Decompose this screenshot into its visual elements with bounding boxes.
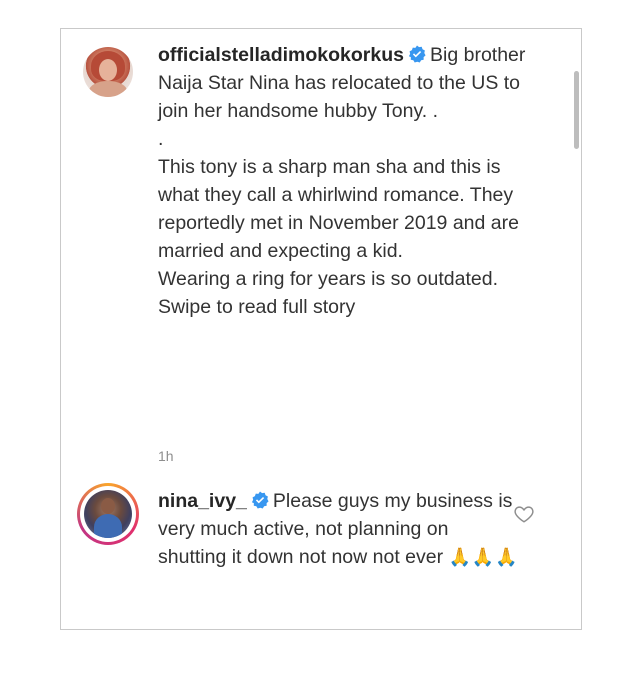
caption-author-avatar[interactable]: [83, 47, 133, 97]
caption-line-5: Swipe to read full story: [158, 296, 356, 318]
caption-line-2: .: [158, 128, 164, 150]
caption-line-3: This tony is a sharp man sha and this is…: [158, 156, 519, 262]
caption-author-username[interactable]: officialstelladimokokorkus: [158, 44, 404, 66]
comments-panel: officialstelladimokokorkus Big brother Na…: [60, 28, 582, 630]
caption-text: officialstelladimokokorkus Big brother Na…: [158, 41, 545, 321]
caption-timestamp[interactable]: 1h: [158, 448, 174, 464]
heart-outline-icon[interactable]: [513, 503, 535, 525]
scrollbar[interactable]: [571, 29, 581, 629]
caption-line-4: Wearing a ring for years is so outdated.: [158, 268, 498, 290]
commenter-avatar[interactable]: [84, 490, 132, 538]
verified-badge-icon: [251, 491, 269, 509]
scrollbar-thumb[interactable]: [574, 71, 579, 149]
comment-text: nina_ivy_ Please guys my business is very…: [158, 487, 519, 572]
commenter-username[interactable]: nina_ivy_: [158, 490, 247, 512]
pray-emoji: 🙏🙏🙏: [448, 547, 519, 568]
verified-badge-icon: [408, 45, 426, 63]
